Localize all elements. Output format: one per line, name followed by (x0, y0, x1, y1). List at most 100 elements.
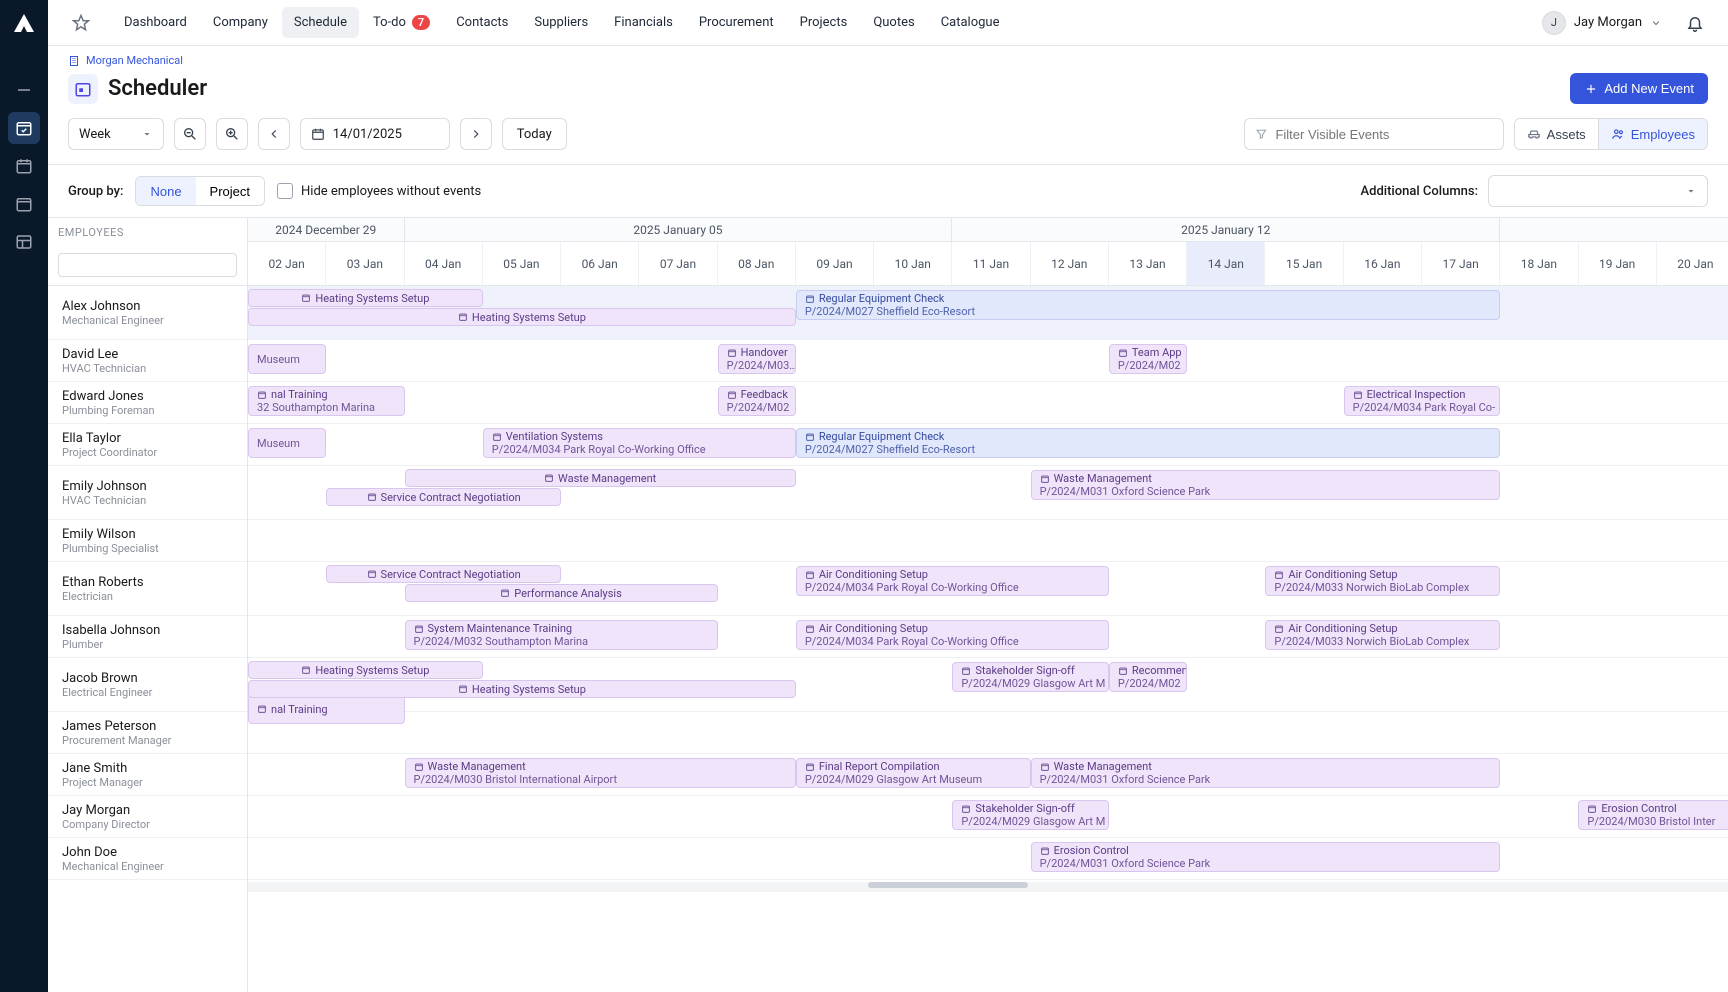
scheduler-event[interactable]: FeedbackP/2024/M02 (718, 386, 796, 416)
scheduler-event[interactable]: Heating Systems Setup (248, 661, 483, 679)
scheduler-event[interactable]: Stakeholder Sign-offP/2024/M029 Glasgow … (952, 662, 1109, 692)
employee-row[interactable]: Edward JonesPlumbing Foreman (48, 382, 247, 424)
employee-row[interactable]: Isabella JohnsonPlumber (48, 616, 247, 658)
employee-row[interactable]: Emily WilsonPlumbing Specialist (48, 520, 247, 562)
rail-item-schedule[interactable] (8, 112, 40, 144)
scheduler-event[interactable]: Regular Equipment CheckP/2024/M027 Sheff… (796, 290, 1500, 320)
scheduler-event[interactable]: Waste ManagementP/2024/M031 Oxford Scien… (1031, 758, 1501, 788)
assets-toggle[interactable]: Assets (1515, 119, 1598, 149)
scheduler-event[interactable]: Stakeholder Sign-offP/2024/M029 Glasgow … (952, 800, 1109, 830)
scheduler-event[interactable]: Waste Management (405, 469, 796, 487)
employees-toggle[interactable]: Employees (1598, 119, 1707, 149)
scheduler-event[interactable]: nal Training32 Southampton Marina (248, 386, 405, 416)
filter-input-field[interactable] (1275, 127, 1492, 142)
nav-company[interactable]: Company (201, 7, 280, 38)
scheduler-event[interactable]: Air Conditioning SetupP/2024/M033 Norwic… (1265, 620, 1500, 650)
nav-contacts[interactable]: Contacts (444, 7, 520, 38)
day-header: 20 Jan (1657, 242, 1728, 285)
calendar-event-icon (68, 74, 98, 104)
nav-suppliers[interactable]: Suppliers (522, 7, 600, 38)
resource-toggle: Assets Employees (1514, 118, 1708, 150)
scheduler-event[interactable]: Final Report CompilationP/2024/M029 Glas… (796, 758, 1031, 788)
employee-row[interactable]: Jacob BrownElectrical Engineer (48, 658, 247, 712)
next-button[interactable] (460, 118, 492, 150)
employee-row[interactable]: Ethan RobertsElectrician (48, 562, 247, 616)
employee-row[interactable]: Jane SmithProject Manager (48, 754, 247, 796)
scheduler-event[interactable]: Heating Systems Setup (248, 289, 483, 307)
app-logo (6, 6, 42, 42)
nav-schedule[interactable]: Schedule (282, 7, 359, 38)
user-name: Jay Morgan (1574, 15, 1642, 30)
favorite-button[interactable] (64, 6, 98, 40)
date-picker[interactable]: 14/01/2025 (300, 118, 450, 150)
rail-item-calendar-2[interactable] (8, 188, 40, 220)
hide-empty-checkbox[interactable]: Hide employees without events (277, 183, 481, 199)
scheduler-event[interactable]: Performance Analysis (405, 584, 718, 602)
scheduler-row: System Maintenance TrainingP/2024/M032 S… (248, 616, 1728, 658)
scheduler-event[interactable]: Air Conditioning SetupP/2024/M033 Norwic… (1265, 566, 1500, 596)
nav-dashboard[interactable]: Dashboard (112, 7, 199, 38)
horizontal-scrollbar[interactable] (248, 882, 1728, 892)
additional-columns-select[interactable] (1488, 175, 1708, 207)
hide-empty-label: Hide employees without events (301, 184, 481, 199)
scheduler-event[interactable]: Team AppP/2024/M02 (1109, 344, 1187, 374)
user-menu[interactable]: J Jay Morgan (1542, 11, 1662, 35)
view-select[interactable]: Week (68, 118, 164, 150)
scheduler-event[interactable]: RecommenP/2024/M02 (1109, 662, 1187, 692)
rail-item-layout[interactable] (8, 226, 40, 258)
nav-procurement[interactable]: Procurement (687, 7, 786, 38)
scheduler-event[interactable]: Service Contract Negotiation (326, 565, 561, 583)
scheduler-event[interactable]: Waste ManagementP/2024/M031 Oxford Scien… (1031, 470, 1501, 500)
zoom-out-button[interactable] (174, 118, 206, 150)
scheduler-event[interactable]: Museum (248, 428, 326, 458)
breadcrumb[interactable]: Morgan Mechanical (48, 46, 1728, 67)
groupby-none[interactable]: None (136, 177, 195, 205)
notifications-button[interactable] (1678, 6, 1712, 40)
filter-events-input[interactable] (1244, 118, 1504, 150)
employee-row[interactable]: James PetersonProcurement Manager (48, 712, 247, 754)
scheduler-event[interactable]: Heating Systems Setup (248, 308, 796, 326)
employee-search[interactable] (58, 253, 237, 277)
scheduler-event[interactable]: Air Conditioning SetupP/2024/M034 Park R… (796, 620, 1109, 650)
nav-to-do[interactable]: To-do7 (361, 7, 442, 38)
day-header: 17 Jan (1422, 242, 1500, 285)
add-event-label: Add New Event (1604, 81, 1694, 96)
employee-column: EMPLOYEES Alex JohnsonMechanical Enginee… (48, 218, 248, 992)
employee-row[interactable]: David LeeHVAC Technician (48, 340, 247, 382)
employee-row[interactable]: Jay MorganCompany Director (48, 796, 247, 838)
groupby-project[interactable]: Project (196, 177, 264, 205)
nav-financials[interactable]: Financials (602, 7, 685, 38)
nav-catalogue[interactable]: Catalogue (929, 7, 1012, 38)
zoom-in-button[interactable] (216, 118, 248, 150)
add-event-button[interactable]: Add New Event (1570, 73, 1708, 104)
scheduler-event[interactable]: Regular Equipment CheckP/2024/M027 Sheff… (796, 428, 1500, 458)
timeline-grid[interactable]: 2024 December 292025 January 052025 Janu… (248, 218, 1728, 992)
scheduler-event[interactable]: System Maintenance TrainingP/2024/M032 S… (405, 620, 718, 650)
scheduler-event[interactable]: HandoverP/2024/M03… (718, 344, 796, 374)
scheduler-event[interactable]: Heating Systems Setup (248, 680, 796, 698)
employee-row[interactable]: Ella TaylorProject Coordinator (48, 424, 247, 466)
today-label: Today (517, 127, 552, 142)
prev-button[interactable] (258, 118, 290, 150)
people-icon (1611, 127, 1625, 141)
scheduler-event[interactable]: Erosion ControlP/2024/M031 Oxford Scienc… (1031, 842, 1501, 872)
scheduler-event[interactable]: Museum (248, 344, 326, 374)
scheduler-event[interactable]: Service Contract Negotiation (326, 488, 561, 506)
today-button[interactable]: Today (502, 118, 567, 150)
rail-item-calendar-1[interactable] (8, 150, 40, 182)
rail-item-generic-1[interactable] (8, 74, 40, 106)
nav-quotes[interactable]: Quotes (861, 7, 926, 38)
day-header: 06 Jan (561, 242, 639, 285)
scheduler-event[interactable]: Ventilation SystemsP/2024/M034 Park Roya… (483, 428, 796, 458)
groupby-seg: None Project (135, 176, 265, 206)
employee-row[interactable]: Alex JohnsonMechanical Engineer (48, 286, 247, 340)
scheduler-event[interactable]: Air Conditioning SetupP/2024/M034 Park R… (796, 566, 1109, 596)
employee-row[interactable]: John DoeMechanical Engineer (48, 838, 247, 880)
date-value: 14/01/2025 (333, 127, 402, 142)
scheduler-event[interactable]: Erosion ControlP/2024/M030 Bristol Inter (1578, 800, 1728, 830)
employee-row[interactable]: Emily JohnsonHVAC Technician (48, 466, 247, 520)
nav-projects[interactable]: Projects (788, 7, 860, 38)
scheduler-event[interactable]: Electrical InspectionP/2024/M034 Park Ro… (1344, 386, 1501, 416)
day-header: 09 Jan (796, 242, 874, 285)
scheduler-event[interactable]: Waste ManagementP/2024/M030 Bristol Inte… (405, 758, 796, 788)
